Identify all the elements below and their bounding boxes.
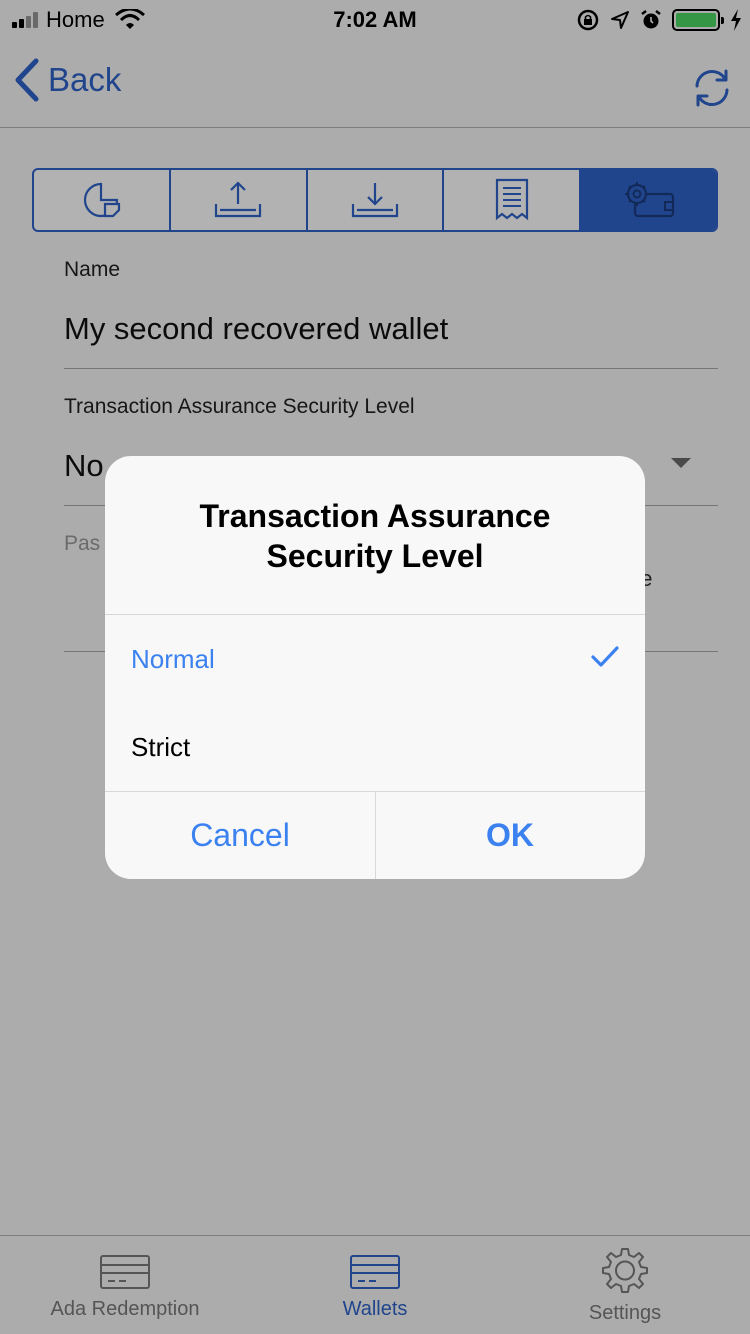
cancel-button[interactable]: Cancel [105,792,375,879]
ok-button[interactable]: OK [375,792,645,879]
option-normal[interactable]: Normal [105,615,645,703]
assurance-dialog: Transaction Assurance Security Level Nor… [105,456,645,879]
option-strict[interactable]: Strict [105,703,645,791]
option-label: Strict [131,731,191,762]
button-divider [375,792,376,879]
checkmark-icon [591,646,619,667]
dialog-title: Transaction Assurance Security Level [199,498,551,574]
option-label: Normal [131,643,215,674]
